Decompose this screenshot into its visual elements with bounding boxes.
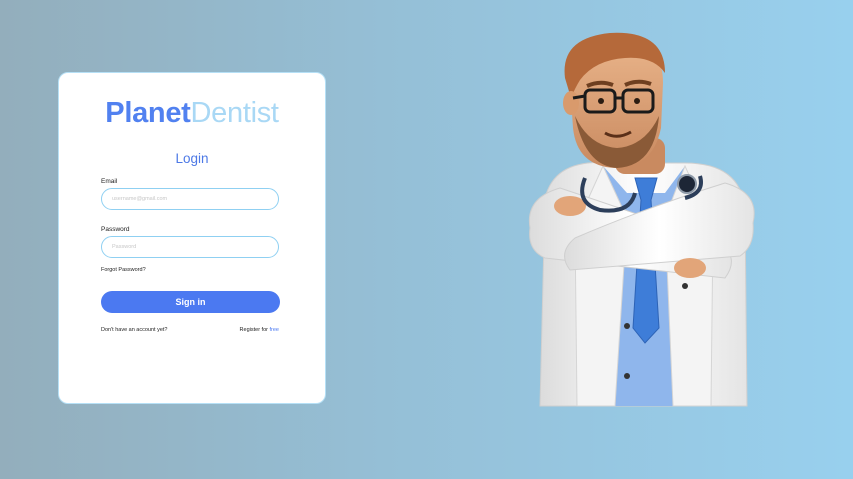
register-text: Register for free [240, 327, 279, 333]
email-label: Email [101, 178, 118, 185]
password-field[interactable] [101, 236, 279, 258]
login-card: PlanetDentist Login Email Password Forgo… [58, 72, 326, 404]
page-title: Login [175, 151, 209, 166]
no-account-text: Don't have an account yet? [101, 327, 168, 333]
brand-logo-dentist: Dentist [190, 97, 279, 129]
sign-in-button[interactable]: Sign in [101, 291, 280, 313]
forgot-password-link[interactable]: Forgot Password? [101, 267, 146, 273]
brand-logo-planet: Planet [105, 97, 191, 129]
doctor-illustration [528, 32, 755, 407]
brand-logo: PlanetDentist [59, 97, 325, 130]
password-label: Password [101, 226, 130, 233]
register-free-link[interactable]: free [270, 327, 279, 333]
register-prefix: Register for [239, 327, 270, 333]
email-field[interactable] [101, 188, 279, 210]
